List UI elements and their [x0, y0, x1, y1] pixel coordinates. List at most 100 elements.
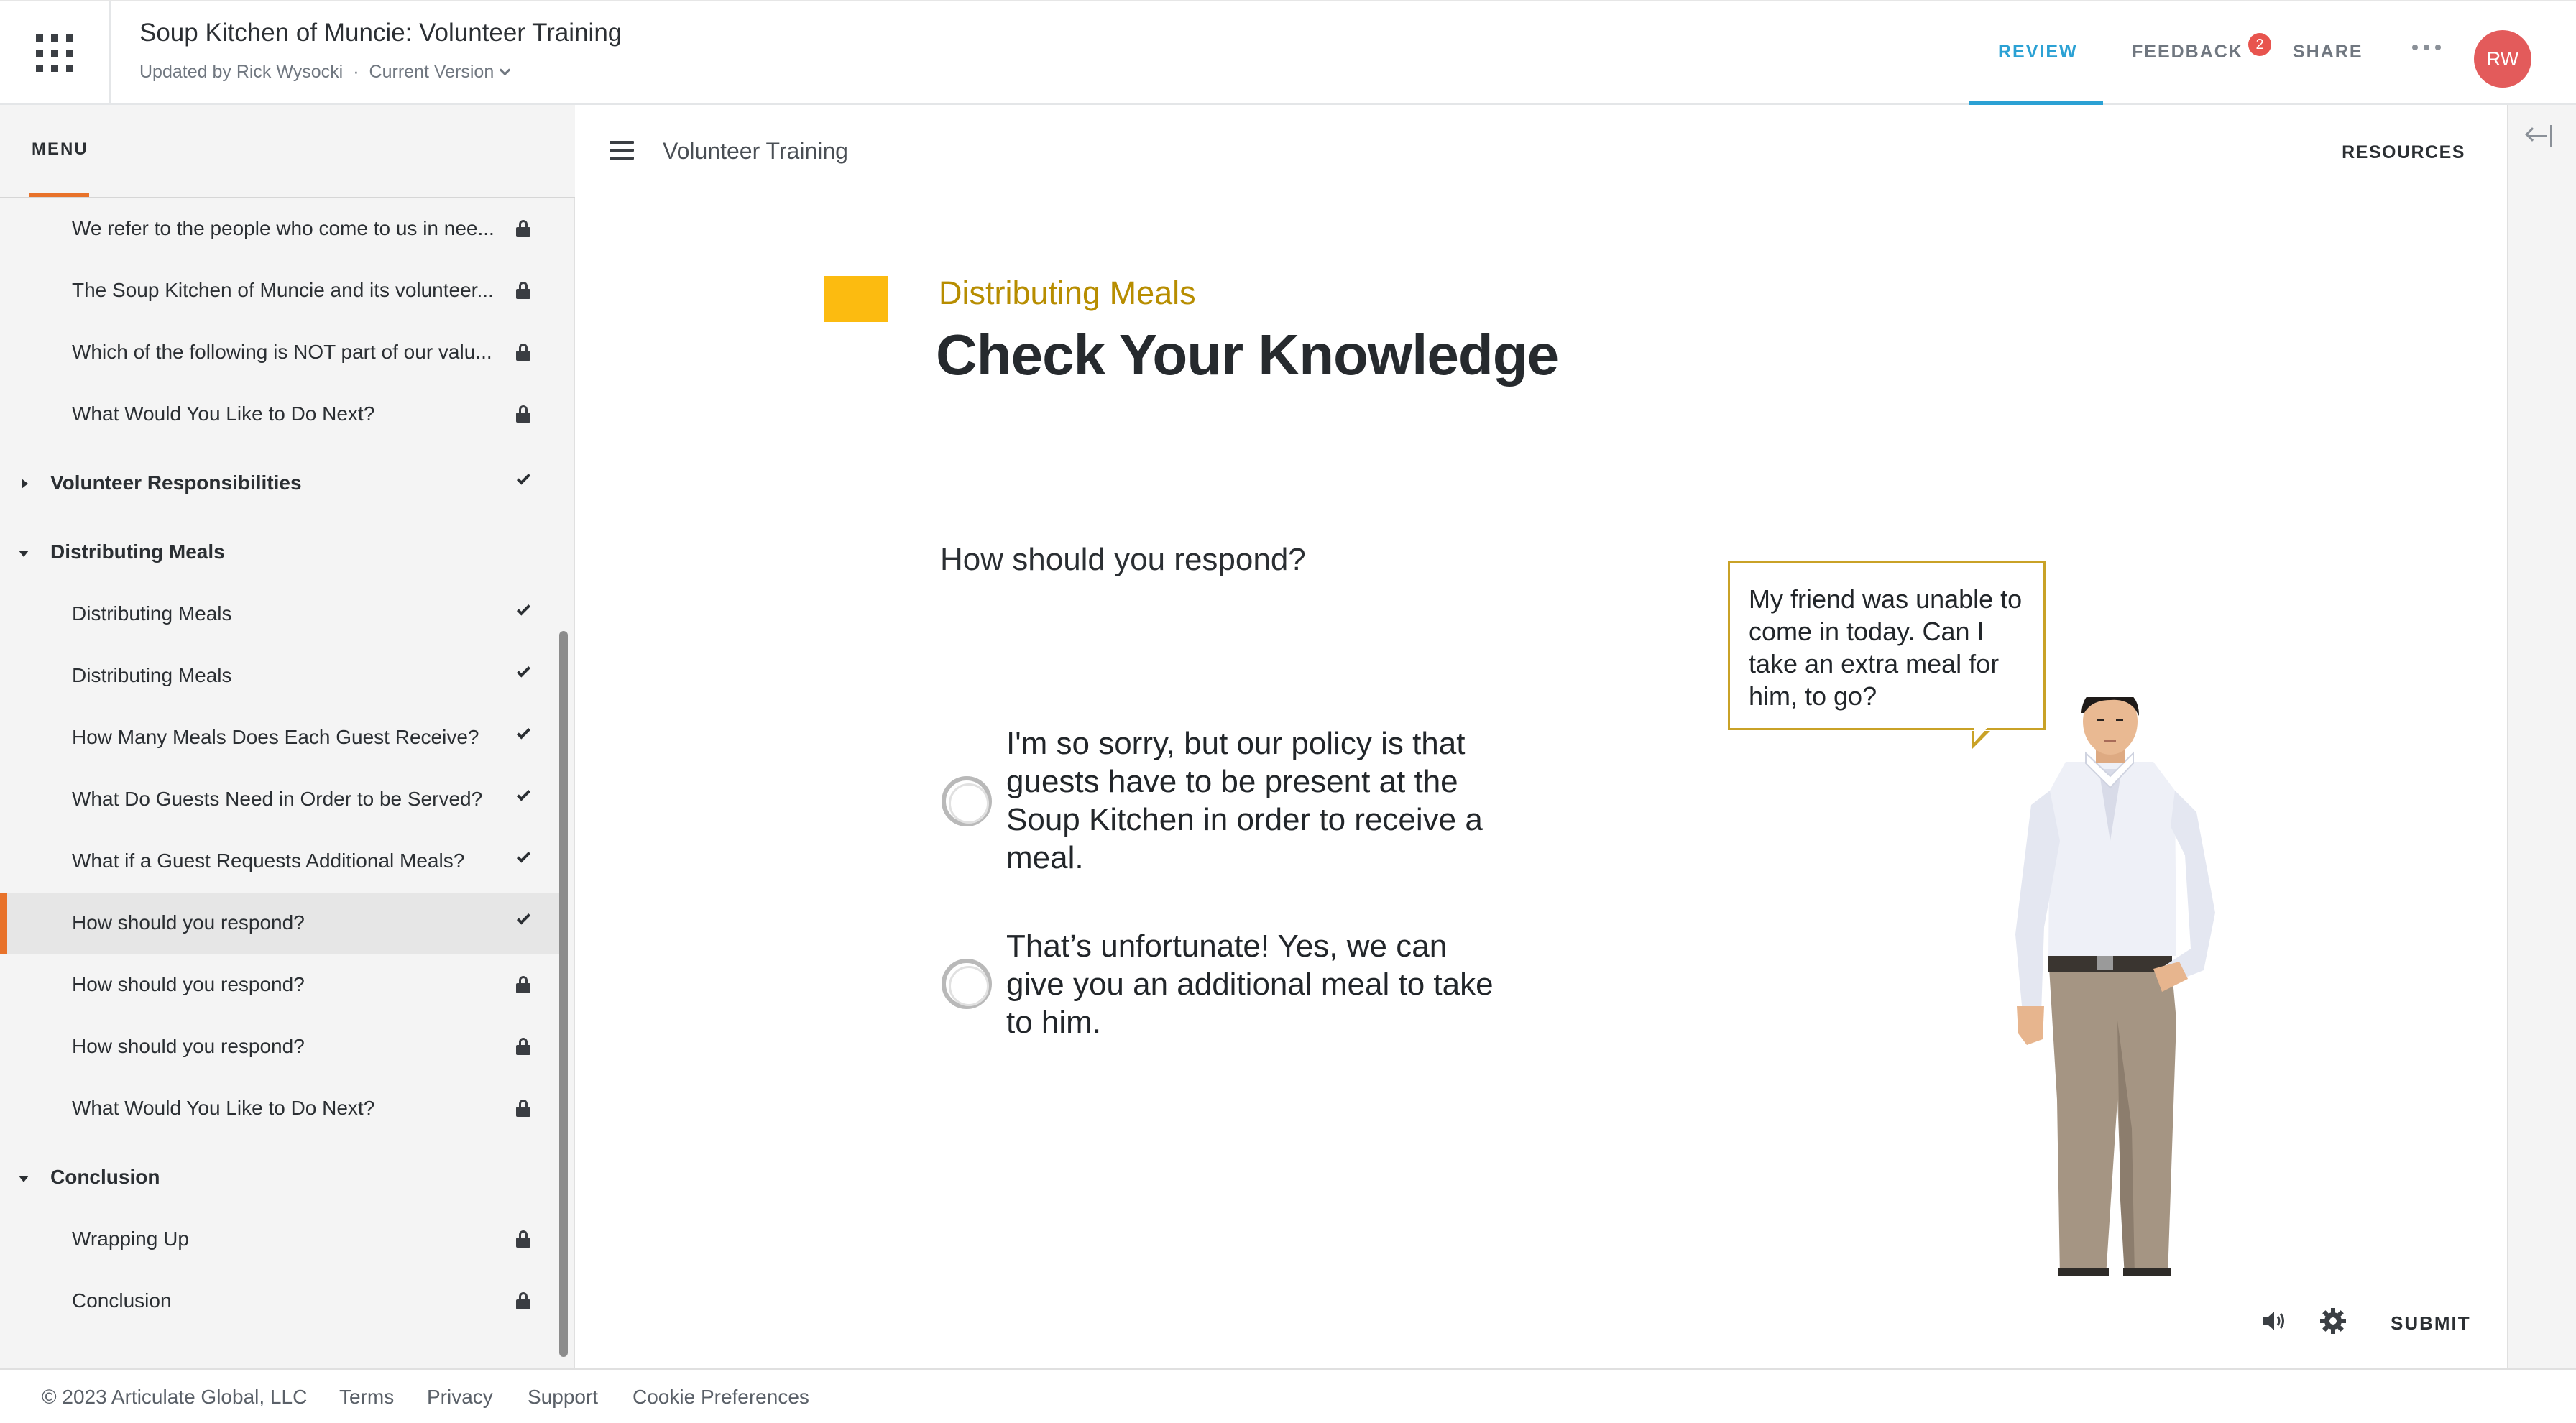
answer-choice-1[interactable]: I'm so sorry, but our policy is that gue…: [942, 724, 1517, 883]
radio-button[interactable]: [942, 776, 992, 826]
sidebar-item-how-should-you-respond-2[interactable]: How should you respond?: [0, 954, 562, 1016]
sidebar-scrollbar[interactable]: [559, 631, 568, 1357]
outline-list: We refer to the people who come to us in…: [0, 198, 562, 1368]
caret-down-icon: [19, 1176, 29, 1182]
lock-icon: [516, 405, 530, 423]
meta-separator: ·: [353, 62, 359, 82]
active-item-indicator: [0, 893, 7, 954]
sidebar-section-conclusion[interactable]: Conclusion: [0, 1147, 562, 1209]
sidebar-item-additional-meals[interactable]: What if a Guest Requests Additional Meal…: [0, 831, 562, 893]
sidebar-item-not-part-of-values[interactable]: Which of the following is NOT part of ou…: [0, 322, 562, 384]
sidebar-item-label: How should you respond?: [72, 1035, 305, 1057]
lock-icon: [516, 1230, 530, 1248]
resources-button[interactable]: RESOURCES: [2342, 142, 2465, 163]
feedback-count-badge: 2: [2248, 33, 2271, 56]
answer-choice-2[interactable]: That’s unfortunate! Yes, we can give you…: [942, 927, 1517, 1042]
sidebar-item-we-refer[interactable]: We refer to the people who come to us in…: [0, 198, 562, 260]
lesson-heading: Check Your Knowledge: [936, 323, 1559, 387]
sidebar-section-volunteer-responsibilities[interactable]: Volunteer Responsibilities: [0, 453, 562, 515]
tab-feedback[interactable]: FEEDBACK: [2132, 42, 2243, 63]
menu-tab-indicator: [29, 193, 89, 197]
speaker-icon[interactable]: [2261, 1309, 2287, 1332]
sidebar-item-label: How should you respond?: [72, 911, 305, 934]
sidebar-item-label: What if a Guest Requests Additional Meal…: [72, 849, 465, 872]
menu-tab[interactable]: MENU: [32, 139, 88, 160]
collapse-panel-icon[interactable]: [2524, 125, 2560, 154]
sidebar-item-how-should-you-respond-3[interactable]: How should you respond?: [0, 1016, 562, 1078]
sidebar-item-what-next-1[interactable]: What Would You Like to Do Next?: [0, 384, 562, 446]
caret-down-icon: [19, 551, 29, 557]
check-icon: [515, 663, 532, 681]
version-dropdown[interactable]: Current Version: [369, 62, 511, 82]
lesson-controls: SUBMIT: [576, 1279, 2507, 1366]
question-prompt: How should you respond?: [940, 542, 1306, 577]
sidebar-item-label: What Do Guests Need in Order to be Serve…: [72, 788, 483, 810]
collapse-rail: [2507, 105, 2576, 1368]
lock-icon: [516, 1292, 530, 1309]
answer-choice-text: That’s unfortunate! Yes, we can give you…: [1006, 929, 1494, 1040]
lesson-accent-block: [824, 276, 888, 322]
section-label: Conclusion: [50, 1166, 160, 1188]
lesson-kicker: Distributing Meals: [939, 275, 1196, 311]
radio-button[interactable]: [942, 959, 992, 1009]
footer-link-terms[interactable]: Terms: [339, 1386, 394, 1409]
course-title: Soup Kitchen of Muncie: Volunteer Traini…: [139, 19, 622, 47]
gear-icon[interactable]: [2319, 1307, 2347, 1335]
sidebar-item-distributing-meals-1[interactable]: Distributing Meals: [0, 584, 562, 645]
sidebar-item-label: How should you respond?: [72, 973, 305, 995]
answer-choice-text: I'm so sorry, but our policy is that gue…: [1006, 726, 1483, 875]
sidebar-item-distributing-meals-2[interactable]: Distributing Meals: [0, 645, 562, 707]
hamburger-menu-icon[interactable]: [610, 141, 634, 160]
version-label: Current Version: [369, 62, 494, 82]
check-icon: [515, 725, 532, 743]
menu-header: MENU: [0, 105, 575, 198]
lock-icon: [516, 976, 530, 993]
lock-icon: [516, 282, 530, 299]
footer-link-privacy[interactable]: Privacy: [427, 1386, 493, 1409]
sidebar-item-label: The Soup Kitchen of Muncie and its volun…: [72, 279, 494, 301]
tab-share[interactable]: SHARE: [2293, 42, 2363, 63]
lesson-header: Volunteer Training RESOURCES: [576, 105, 2507, 198]
sidebar-item-label: Wrapping Up: [72, 1228, 189, 1250]
sidebar-item-soup-kitchen-volunteers[interactable]: The Soup Kitchen of Muncie and its volun…: [0, 260, 562, 322]
guest-character-illustration: [2015, 697, 2215, 1276]
sidebar-item-wrapping-up[interactable]: Wrapping Up: [0, 1209, 562, 1271]
course-meta: Updated by Rick Wysocki · Current Version: [139, 62, 511, 83]
sidebar-item-how-should-you-respond-active[interactable]: How should you respond?: [0, 893, 562, 954]
lock-icon: [516, 1100, 530, 1117]
check-icon: [515, 471, 532, 489]
lock-icon: [516, 220, 530, 237]
lock-icon: [516, 1038, 530, 1055]
sidebar-item-conclusion[interactable]: Conclusion: [0, 1271, 562, 1332]
footer-link-support[interactable]: Support: [528, 1386, 598, 1409]
check-icon: [515, 911, 532, 929]
sidebar-item-what-next-2[interactable]: What Would You Like to Do Next?: [0, 1078, 562, 1140]
page-footer: © 2023 Articulate Global, LLC Terms Priv…: [0, 1368, 2576, 1423]
sidebar-item-label: Which of the following is NOT part of ou…: [72, 341, 492, 363]
check-icon: [515, 787, 532, 805]
lock-icon: [516, 344, 530, 361]
more-options-icon[interactable]: [2412, 45, 2441, 53]
check-icon: [515, 849, 532, 867]
lesson-header-title: Volunteer Training: [663, 138, 848, 164]
updated-by: Updated by Rick Wysocki: [139, 62, 344, 82]
caret-right-icon: [22, 479, 28, 489]
sidebar-item-what-do-guests-need[interactable]: What Do Guests Need in Order to be Serve…: [0, 769, 562, 831]
chevron-down-icon: [499, 64, 511, 76]
sidebar-section-distributing-meals[interactable]: Distributing Meals: [0, 522, 562, 584]
top-bar: Soup Kitchen of Muncie: Volunteer Traini…: [0, 0, 2576, 105]
tab-review[interactable]: REVIEW: [1998, 42, 2078, 63]
sidebar-item-label: What Would You Like to Do Next?: [72, 1097, 375, 1119]
user-avatar[interactable]: RW: [2474, 30, 2531, 88]
sidebar-item-label: Conclusion: [72, 1289, 172, 1312]
course-outline-sidebar: MENU We refer to the people who come to …: [0, 105, 575, 1368]
sidebar-item-how-many-meals[interactable]: How Many Meals Does Each Guest Receive?: [0, 707, 562, 769]
submit-button[interactable]: SUBMIT: [2391, 1312, 2471, 1335]
apps-grid-button[interactable]: [0, 1, 111, 105]
sidebar-item-label: How Many Meals Does Each Guest Receive?: [72, 726, 479, 748]
sidebar-item-label: We refer to the people who come to us in…: [72, 217, 494, 239]
speech-bubble-tail-inner: [1974, 728, 1987, 743]
copyright-text: © 2023 Articulate Global, LLC: [42, 1386, 308, 1408]
footer-link-cookie-preferences[interactable]: Cookie Preferences: [632, 1386, 809, 1409]
apps-grid-icon: [36, 34, 73, 72]
